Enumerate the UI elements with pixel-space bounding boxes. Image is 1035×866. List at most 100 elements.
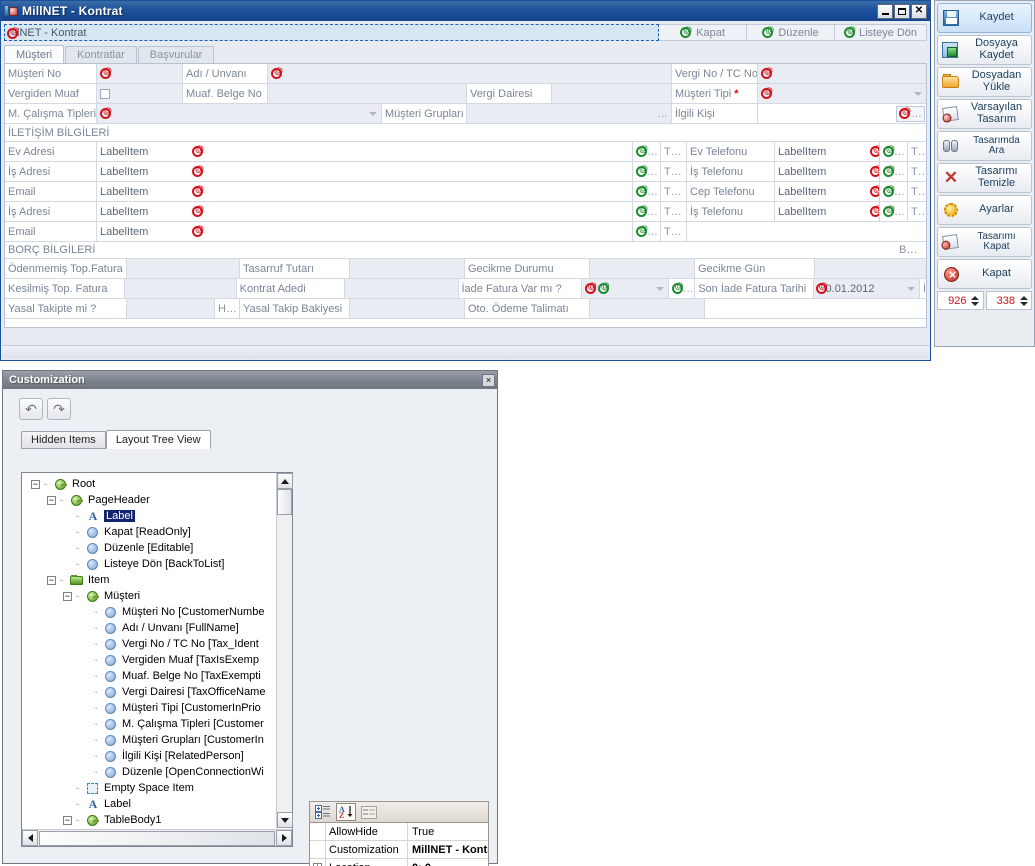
property-expander-cell[interactable]: + xyxy=(310,859,326,866)
debt-value-yasal-takipte-mi[interactable] xyxy=(127,299,215,319)
contact-btn-is-telefonu-2-1[interactable]: … xyxy=(880,202,908,222)
tab-musteri[interactable]: Müşteri xyxy=(4,45,65,63)
debt-value-iade-fatura-var-mi[interactable] xyxy=(581,279,669,299)
debt-iade-picker-button[interactable]: … xyxy=(668,279,696,299)
module-caption-label[interactable]: lNET - Kontrat xyxy=(4,24,659,41)
tree-node-vergi-no[interactable]: ·· Vergi No / TC No [Tax_Ident xyxy=(27,636,276,652)
tree-node-duzenle[interactable]: ·· Düzenle [Editable] xyxy=(27,540,276,556)
contact-btn-cep-telefonu-1[interactable]: … xyxy=(880,182,908,202)
property-pages-icon[interactable] xyxy=(359,803,379,821)
field-value-musteri-tipi[interactable] xyxy=(758,84,926,104)
property-row-location[interactable]: + Location 0; 0 xyxy=(310,859,488,866)
ilgili-kisi-picker-button[interactable]: … xyxy=(896,105,925,122)
tree-node-adi-unvani[interactable]: ·· Adı / Unvanı [FullName] xyxy=(27,620,276,636)
tasarimi-kapat-button[interactable]: Tasarımı Kapat xyxy=(937,227,1032,257)
contact-value-cep-telefonu[interactable]: LabelItem xyxy=(775,182,880,202)
tree-vertical-scrollbar[interactable] xyxy=(276,473,293,828)
field-value-vergi-no-tc-no[interactable] xyxy=(758,64,926,84)
field-value-muaf-belge-no[interactable] xyxy=(268,84,467,104)
tab-layout-tree-view[interactable]: Layout Tree View xyxy=(105,430,211,449)
debt-iade-extra-button[interactable]: İa… xyxy=(920,279,926,299)
contact-btn-email-2[interactable]: T… xyxy=(661,182,687,202)
close-button[interactable]: ✕ xyxy=(911,3,927,19)
contact-btn-email-2-1[interactable]: … xyxy=(633,222,661,242)
chevron-down-icon[interactable] xyxy=(369,111,377,116)
debt-value-gecikme-gun[interactable] xyxy=(815,259,926,279)
debt-value-tasarruf-tutari[interactable] xyxy=(350,259,465,279)
tree-node-vergiden-muaf[interactable]: ·· Vergiden Muaf [TaxIsExemp xyxy=(27,652,276,668)
field-value-musteri-no[interactable] xyxy=(97,64,183,84)
vergiden-muaf-checkbox[interactable] xyxy=(100,88,110,99)
debt-value-odenmemis-top-fatura[interactable] xyxy=(127,259,240,279)
dosyadan-yukle-button[interactable]: Dosyadan Yükle xyxy=(937,67,1032,97)
tree-node-pageheader[interactable]: − ·· PageHeader xyxy=(27,492,276,508)
varsayilan-tasarim-button[interactable]: Varsayılan Tasarım xyxy=(937,99,1032,129)
contact-btn-cep-telefonu-2[interactable]: T… xyxy=(908,182,926,202)
contact-btn-ev-adresi-2[interactable]: T… xyxy=(661,142,687,162)
property-row-customization[interactable]: Customization MillNET - Kontrat xyxy=(310,841,488,859)
field-value-adi-unvani[interactable] xyxy=(268,64,672,84)
scroll-up-button[interactable] xyxy=(277,473,293,489)
debt-value-son-iade-fatura-tarihi[interactable]: 0.01.2012 xyxy=(813,279,920,299)
debt-value-kontrat-adedi[interactable] xyxy=(345,279,459,299)
scroll-down-button[interactable] xyxy=(277,812,293,828)
tree-node-musteri[interactable]: − ·· Müşteri xyxy=(27,588,276,604)
expander-icon[interactable]: − xyxy=(63,815,72,825)
categorized-icon[interactable] xyxy=(313,803,333,821)
contact-btn-email-1[interactable]: … xyxy=(633,182,661,202)
contact-btn-is-adresi-2-2[interactable]: T… xyxy=(661,202,687,222)
expander-icon[interactable]: − xyxy=(47,495,56,505)
tree-node-empty-space-item[interactable]: ·· Empty Space Item xyxy=(27,780,276,796)
header-button-kapat[interactable]: Kapat xyxy=(659,24,747,41)
property-value[interactable]: True xyxy=(408,823,488,840)
property-value[interactable]: MillNET - Kontrat xyxy=(408,841,488,858)
debt-value-oto-odeme-talimati[interactable] xyxy=(590,299,705,319)
expander-icon[interactable]: − xyxy=(63,591,72,601)
debt-value-gecikme-durumu[interactable] xyxy=(590,259,695,279)
field-value-musteri-gruplari[interactable]: … xyxy=(467,104,672,124)
ellipsis-icon[interactable]: … xyxy=(657,108,668,120)
contact-value-is-telefonu[interactable]: LabelItem xyxy=(775,162,880,182)
tree-node-label-2[interactable]: ·· A Label xyxy=(27,796,276,812)
contact-btn-is-telefonu-2[interactable]: T… xyxy=(908,162,926,182)
chevron-down-icon[interactable] xyxy=(655,286,664,291)
tasarimi-temizle-button[interactable]: ✕ Tasarımı Temizle xyxy=(937,163,1032,193)
minimize-button[interactable] xyxy=(877,3,893,19)
height-spinner[interactable]: 338 xyxy=(985,291,1032,310)
debt-yasal-takip-button[interactable]: H… xyxy=(215,299,240,319)
contact-value-is-adresi-2[interactable]: LabelItem xyxy=(97,202,633,222)
debt-value-kesilmis-top-fatura[interactable] xyxy=(125,279,237,299)
tab-kontratlar[interactable]: Kontratlar xyxy=(65,46,137,63)
tree-node-kapat[interactable]: ·· Kapat [ReadOnly] xyxy=(27,524,276,540)
tree-horizontal-scrollbar[interactable] xyxy=(22,829,292,846)
maximize-button[interactable] xyxy=(894,3,910,19)
contact-value-ev-telefonu[interactable]: LabelItem xyxy=(775,142,880,162)
tree-node-duzenle-openconn[interactable]: ·· Düzenle [OpenConnectionWi xyxy=(27,764,276,780)
dosyaya-kaydet-button[interactable]: Dosyaya Kaydet xyxy=(937,35,1032,65)
spinner-arrows-icon[interactable] xyxy=(970,295,983,306)
contact-btn-is-adresi-1[interactable]: … xyxy=(633,162,661,182)
tree-node-m-calisma-tipleri[interactable]: ·· M. Çalışma Tipleri [Customer xyxy=(27,716,276,732)
scroll-right-button[interactable] xyxy=(276,830,292,846)
tree-node-item[interactable]: − ·· Item xyxy=(27,572,276,588)
scrollbar-thumb[interactable] xyxy=(277,489,292,515)
width-spinner[interactable]: 926 xyxy=(937,291,984,310)
contact-btn-is-telefonu-2-2[interactable]: T… xyxy=(908,202,926,222)
field-value-m-calisma-tipleri[interactable] xyxy=(97,104,382,124)
scroll-left-button[interactable] xyxy=(22,830,38,846)
redo-button[interactable]: ↷ xyxy=(47,398,71,420)
contact-btn-is-adresi-2[interactable]: T… xyxy=(661,162,687,182)
tree-node-listeye-don[interactable]: ·· Listeye Dön [BackToList] xyxy=(27,556,276,572)
field-value-vergiden-muaf[interactable] xyxy=(97,84,183,104)
contact-btn-ev-telefonu-1[interactable]: … xyxy=(880,142,908,162)
alphabetical-sort-icon[interactable]: A Z xyxy=(336,803,356,821)
contact-value-ev-adresi[interactable]: LabelItem xyxy=(97,142,633,162)
scrollbar-thumb[interactable] xyxy=(39,830,275,846)
tree-node-ilgili-kisi[interactable]: ·· İlgili Kişi [RelatedPerson] xyxy=(27,748,276,764)
debt-corner-button[interactable]: B… xyxy=(896,242,926,259)
customization-close-button[interactable]: × xyxy=(482,373,495,387)
property-row-allowhide[interactable]: AllowHide True xyxy=(310,823,488,841)
spinner-arrows-icon[interactable] xyxy=(1018,295,1031,306)
contact-value-email[interactable]: LabelItem xyxy=(97,182,633,202)
header-button-listeye-don[interactable]: Listeye Dön xyxy=(835,24,927,41)
